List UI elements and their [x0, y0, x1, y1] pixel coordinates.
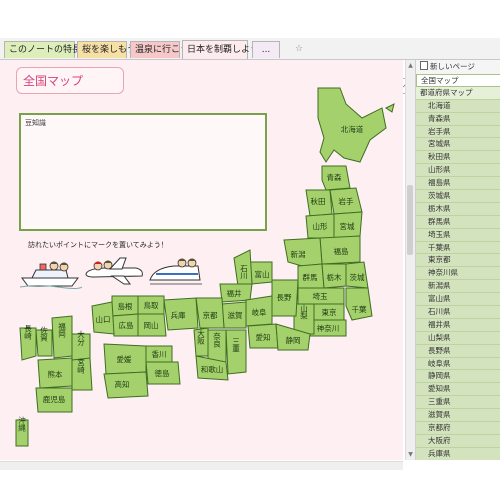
label-toyama: 富山: [255, 269, 270, 279]
label-ishikawa: 石川: [239, 264, 248, 280]
page-item[interactable]: 神奈川県: [416, 267, 500, 281]
page-item[interactable]: 都道府県マップ: [416, 86, 500, 100]
label-fukushima: 福島: [334, 246, 349, 256]
page-item[interactable]: 秋田県: [416, 151, 500, 165]
label-gifu: 岐阜: [252, 307, 267, 317]
page-item[interactable]: 岩手県: [416, 125, 500, 139]
label-yamagata: 山形: [313, 221, 328, 231]
label-hokkaido: 北海道: [341, 124, 364, 134]
island-hokkaido-east: [385, 103, 395, 113]
label-yamanashi: 山梨: [299, 303, 308, 321]
label-aichi: 愛知: [256, 332, 271, 342]
tab-conquer-japan[interactable]: 日本を制覇しよう: [182, 40, 259, 59]
label-ibaraki: 茨城: [350, 272, 365, 282]
label-shimane: 島根: [118, 301, 133, 311]
page-item[interactable]: 千葉県: [416, 241, 500, 255]
tab-cherry-blossom[interactable]: 桜を楽しもう: [77, 41, 136, 58]
page-item[interactable]: 大阪府: [416, 434, 500, 448]
page-item[interactable]: 栃木県: [416, 202, 500, 216]
page-item[interactable]: 埼玉県: [416, 228, 500, 242]
page-item[interactable]: 滋賀県: [416, 409, 500, 423]
label-aomori: 青森: [327, 172, 342, 182]
page-item[interactable]: 群馬県: [416, 215, 500, 229]
label-chiba: 千葉: [352, 304, 367, 314]
page-item[interactable]: 茨城県: [416, 190, 500, 203]
label-miyagi: 宮城: [340, 221, 355, 231]
page-item[interactable]: 福島県: [416, 177, 500, 191]
page-item[interactable]: 兵庫県: [416, 447, 500, 460]
section-tab-bar: このノートの特長 桜を楽しもう 温泉に行こう 日本を制覇しよう ... ☆: [0, 38, 500, 94]
label-ehime: 愛媛: [117, 354, 132, 364]
tab-features[interactable]: このノートの特長: [4, 41, 81, 58]
page-item[interactable]: 全国マップ: [416, 74, 500, 87]
page-item[interactable]: 宮城県: [416, 138, 500, 152]
new-page-button[interactable]: 新しいページ: [416, 61, 500, 73]
new-page-icon: [420, 61, 428, 70]
label-oita: 大分: [76, 329, 85, 347]
label-fukui: 福井: [227, 288, 242, 298]
label-tochigi: 栃木: [327, 272, 342, 282]
label-tokyo: 東京: [322, 307, 337, 317]
page-item[interactable]: 富山県: [416, 293, 500, 307]
page-item[interactable]: 三重県: [416, 396, 500, 410]
label-kanagawa: 神奈川: [317, 323, 340, 333]
page-item[interactable]: 北海道: [416, 99, 500, 113]
prefecture-chiba[interactable]: [345, 287, 373, 321]
label-gunma: 群馬: [303, 272, 318, 282]
label-osaka: 大阪: [196, 328, 205, 346]
label-fukuoka: 福岡: [57, 322, 66, 339]
label-miyazaki: 宮崎: [76, 357, 85, 374]
page-item[interactable]: 東京都: [416, 254, 500, 268]
label-mie: 三重: [231, 338, 240, 353]
label-hyogo: 兵庫: [171, 310, 186, 320]
page-item[interactable]: 山梨県: [416, 331, 500, 345]
page-item[interactable]: 岐阜県: [416, 357, 500, 371]
label-saitama: 埼玉: [313, 291, 328, 301]
tab-more-button[interactable]: ...: [252, 41, 280, 58]
add-section-button[interactable]: ☆: [288, 41, 310, 58]
label-niigata: 新潟: [291, 249, 306, 259]
page-item[interactable]: 愛知県: [416, 383, 500, 397]
label-shizuoka: 静岡: [286, 335, 301, 345]
label-okinawa: 沖縄: [17, 415, 26, 432]
page-item[interactable]: 福井県: [416, 318, 500, 332]
label-hiroshima: 広島: [119, 320, 134, 330]
page-item[interactable]: 長野県: [416, 344, 500, 358]
page-item[interactable]: 静岡県: [416, 370, 500, 384]
japan-map: 北海道 青森 秋田 岩手 山形 宮城 福島 新潟 富山 石川 福井 群馬 栃木 …: [15, 87, 395, 447]
label-kyoto: 京都: [203, 310, 218, 320]
scroll-up-icon[interactable]: ▲: [406, 61, 415, 70]
page-item[interactable]: 京都府: [416, 422, 500, 435]
scrollbar-thumb[interactable]: [407, 185, 413, 255]
label-okayama: 岡山: [144, 320, 159, 330]
new-page-label: 新しいページ: [430, 62, 475, 71]
label-nagano: 長野: [277, 293, 292, 302]
label-tokushima: 徳島: [155, 368, 170, 378]
page-list-panel: 新しいページ 全国マップ 都道府県マップ 北海道 青森県 岩手県 宮城県 秋田県 山形県 福島県…: [415, 60, 500, 460]
label-yamaguchi: 山口: [96, 314, 111, 324]
label-saga: 佐賀: [39, 325, 48, 343]
label-kochi: 高知: [115, 379, 130, 389]
page-item[interactable]: 石川県: [416, 306, 500, 319]
vertical-scrollbar[interactable]: ▲ ▼: [405, 60, 415, 460]
label-wakayama: 和歌山: [201, 364, 224, 374]
label-akita: 秋田: [311, 196, 326, 206]
tab-hot-spring[interactable]: 温泉に行こう: [130, 41, 189, 58]
label-kagoshima: 鹿児島: [43, 394, 66, 404]
label-tottori: 鳥取: [144, 300, 159, 310]
label-kumamoto: 熊本: [48, 369, 63, 379]
label-iwate: 岩手: [339, 196, 354, 206]
scroll-down-icon[interactable]: ▼: [406, 450, 415, 459]
label-nagasaki: 長崎: [23, 324, 32, 340]
label-shiga: 滋賀: [228, 310, 243, 320]
page-list: 全国マップ 都道府県マップ 北海道 青森県 岩手県 宮城県 秋田県 山形県 福島県 茨城県 栃木県群…: [416, 74, 500, 460]
horizontal-scrollbar[interactable]: [0, 461, 403, 470]
page-item[interactable]: 新潟県: [416, 280, 500, 294]
page-item[interactable]: 山形県: [416, 164, 500, 178]
page-item[interactable]: 青森県: [416, 112, 500, 126]
label-kagawa: 香川: [152, 349, 167, 359]
label-nara: 奈良: [212, 331, 221, 349]
